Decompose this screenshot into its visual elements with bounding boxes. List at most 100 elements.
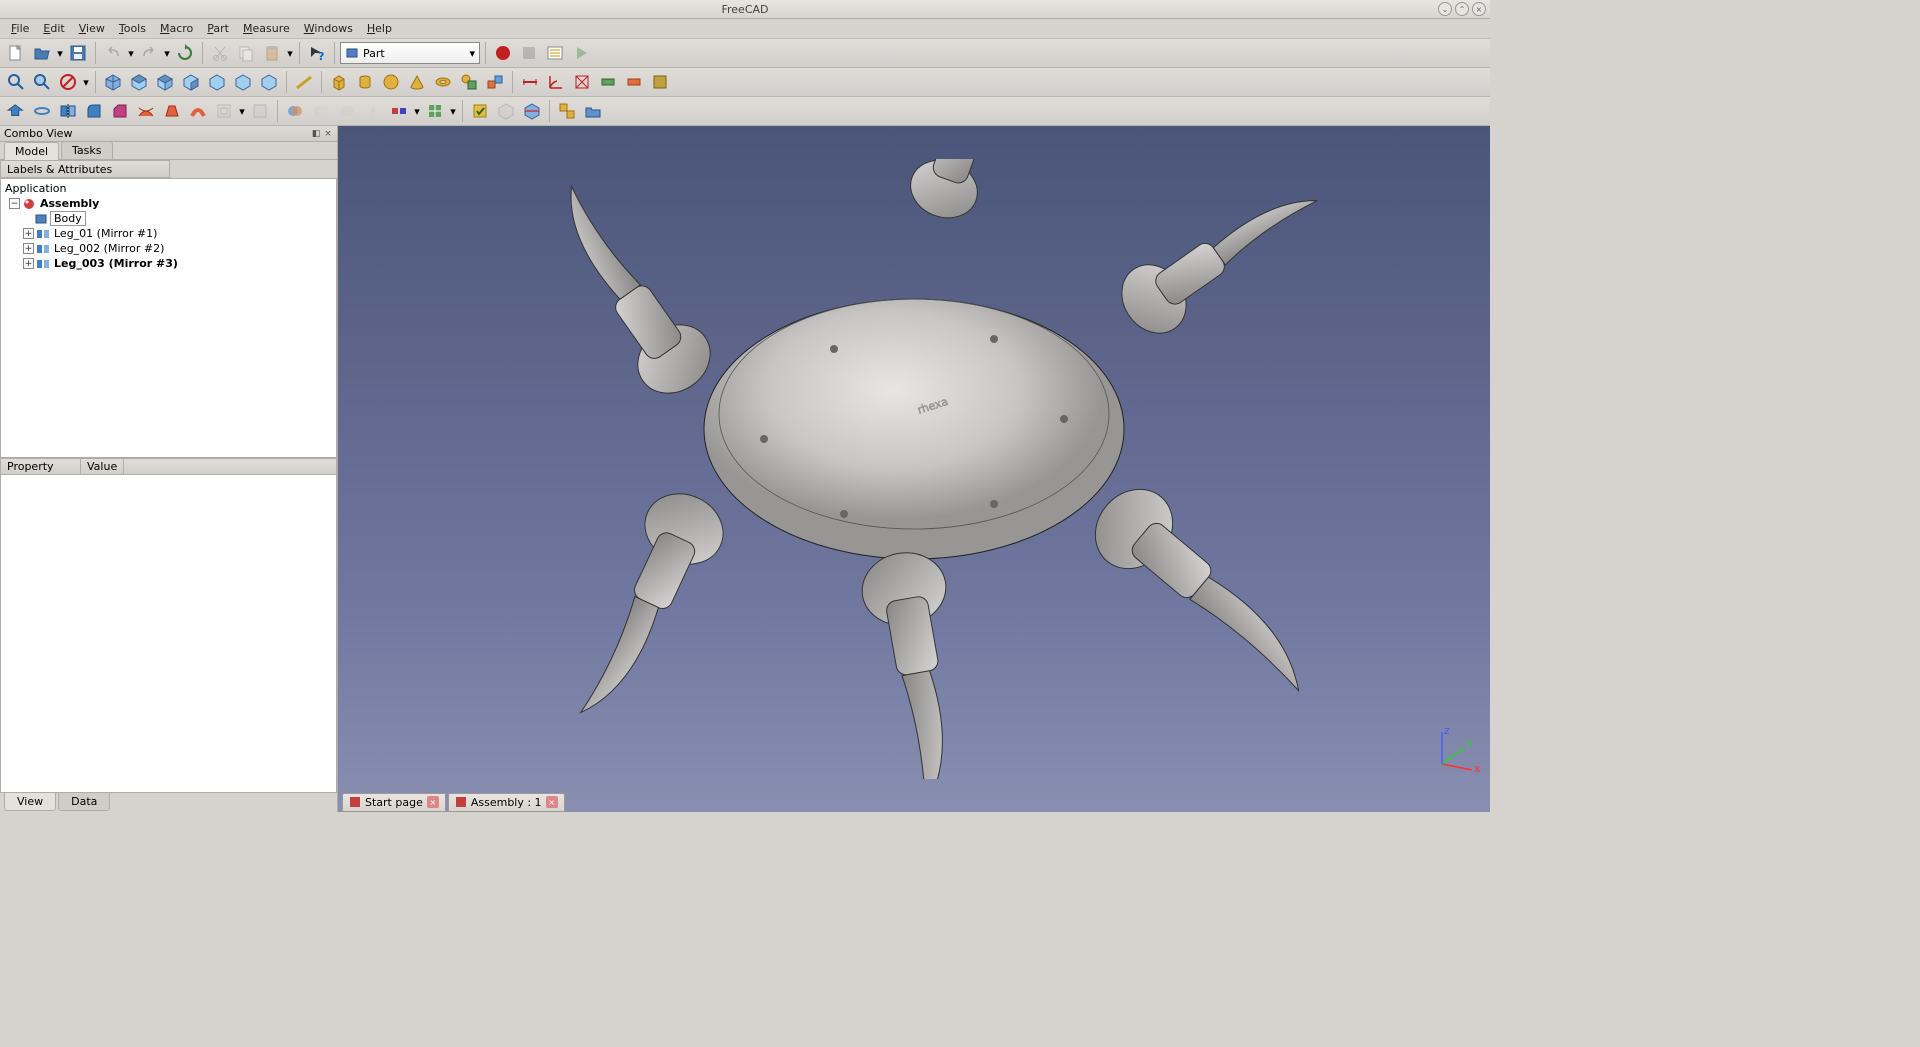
open-recent-dropdown[interactable]: ▾: [56, 47, 64, 60]
measure-angular-button[interactable]: [544, 70, 568, 94]
check-geometry-button[interactable]: [468, 99, 492, 123]
loft-button[interactable]: [160, 99, 184, 123]
view-bottom-button[interactable]: [231, 70, 255, 94]
document-icon: [22, 197, 36, 211]
titlebar: FreeCAD ⌄ ⌃ ×: [0, 0, 1490, 19]
close-tab-button[interactable]: ×: [546, 796, 558, 808]
offset-dropdown: ▾: [238, 105, 246, 118]
revolve-button[interactable]: [30, 99, 54, 123]
measure-distance-button[interactable]: [292, 70, 316, 94]
workbench-selector[interactable]: Part ▾: [340, 42, 480, 64]
part-box-button[interactable]: [327, 70, 351, 94]
macro-record-button[interactable]: [491, 41, 515, 65]
menu-view[interactable]: View: [72, 20, 112, 37]
view-left-button[interactable]: [257, 70, 281, 94]
menu-windows[interactable]: Windows: [297, 20, 360, 37]
expand-icon[interactable]: +: [23, 258, 34, 269]
leg-3-label: Leg_003 (Mirror #3): [52, 257, 180, 270]
refresh-button[interactable]: [173, 41, 197, 65]
chamfer-button[interactable]: [108, 99, 132, 123]
split-button[interactable]: [423, 99, 447, 123]
maximize-button[interactable]: ⌃: [1455, 2, 1469, 16]
ruled-surface-button[interactable]: [134, 99, 158, 123]
view-iso-button[interactable]: [101, 70, 125, 94]
part-primitives-button[interactable]: [457, 70, 481, 94]
join-dropdown[interactable]: ▾: [413, 105, 421, 118]
close-button[interactable]: ×: [1472, 2, 1486, 16]
mirror-button[interactable]: [56, 99, 80, 123]
menu-tools[interactable]: Tools: [112, 20, 153, 37]
part-sphere-button[interactable]: [379, 70, 403, 94]
menu-measure[interactable]: Measure: [236, 20, 297, 37]
split-dropdown[interactable]: ▾: [449, 105, 457, 118]
part-cylinder-button[interactable]: [353, 70, 377, 94]
open-file-button[interactable]: [30, 41, 54, 65]
undo-button[interactable]: [101, 41, 125, 65]
view-top-button[interactable]: [153, 70, 177, 94]
close-tab-button[interactable]: ×: [427, 796, 439, 808]
menu-file[interactable]: File: [4, 20, 36, 37]
doc-tab-assembly-label: Assembly : 1: [471, 796, 542, 809]
tab-tasks[interactable]: Tasks: [61, 141, 112, 159]
compound-button[interactable]: [555, 99, 579, 123]
measure-toggle-button[interactable]: [596, 70, 620, 94]
paste-dropdown[interactable]: ▾: [286, 47, 294, 60]
tree-root[interactable]: Application: [1, 181, 336, 196]
fillet-button[interactable]: [82, 99, 106, 123]
expand-icon[interactable]: +: [23, 243, 34, 254]
property-col[interactable]: Property: [1, 459, 81, 474]
save-button[interactable]: [66, 41, 90, 65]
menu-edit[interactable]: Edit: [36, 20, 71, 37]
expand-icon[interactable]: +: [23, 228, 34, 239]
extrude-button[interactable]: [4, 99, 28, 123]
model-tree[interactable]: Application − Assembly Body + Leg_01 (Mi…: [0, 178, 337, 458]
tab-data[interactable]: Data: [58, 793, 110, 811]
minimize-button[interactable]: ⌄: [1438, 2, 1452, 16]
labels-attributes-header[interactable]: Labels & Attributes: [0, 160, 170, 178]
cross-sections-button[interactable]: [520, 99, 544, 123]
menu-part[interactable]: Part: [200, 20, 236, 37]
property-body[interactable]: [0, 475, 337, 793]
draw-style-button[interactable]: [56, 70, 80, 94]
3d-viewport[interactable]: rhexa: [338, 126, 1490, 812]
tree-leg-2[interactable]: + Leg_002 (Mirror #2): [1, 241, 336, 256]
measure-linear-button[interactable]: [518, 70, 542, 94]
union-button: [335, 99, 359, 123]
zoom-selection-button[interactable]: [30, 70, 54, 94]
whats-this-button[interactable]: ?: [305, 41, 329, 65]
tree-assembly[interactable]: − Assembly: [1, 196, 336, 211]
part-torus-button[interactable]: [431, 70, 455, 94]
measure-clear-button[interactable]: [570, 70, 594, 94]
value-col[interactable]: Value: [81, 459, 124, 474]
menu-macro[interactable]: Macro: [153, 20, 200, 37]
join-button[interactable]: [387, 99, 411, 123]
part-builder-button[interactable]: [483, 70, 507, 94]
tree-leg-1[interactable]: + Leg_01 (Mirror #1): [1, 226, 336, 241]
redo-button[interactable]: [137, 41, 161, 65]
menubar: File Edit View Tools Macro Part Measure …: [0, 19, 1490, 39]
sweep-button[interactable]: [186, 99, 210, 123]
view-right-button[interactable]: [179, 70, 203, 94]
part-cone-button[interactable]: [405, 70, 429, 94]
measure-toggle-delta-button[interactable]: [648, 70, 672, 94]
tab-model[interactable]: Model: [4, 142, 59, 160]
tree-leg-3[interactable]: + Leg_003 (Mirror #3): [1, 256, 336, 271]
view-rear-button[interactable]: [205, 70, 229, 94]
view-front-button[interactable]: [127, 70, 151, 94]
draw-style-dropdown[interactable]: ▾: [82, 76, 90, 89]
measure-toggle3d-button[interactable]: [622, 70, 646, 94]
body-label-editing[interactable]: Body: [50, 211, 86, 226]
zoom-fit-button[interactable]: [4, 70, 28, 94]
menu-help[interactable]: Help: [360, 20, 399, 37]
macro-list-button[interactable]: [543, 41, 567, 65]
doc-tab-assembly[interactable]: Assembly : 1 ×: [448, 793, 565, 812]
doc-tab-start[interactable]: Start page ×: [342, 793, 446, 812]
close-panel-button[interactable]: ×: [323, 129, 333, 139]
import-button[interactable]: [581, 99, 605, 123]
tab-view[interactable]: View: [4, 793, 56, 811]
tree-body[interactable]: Body: [1, 211, 336, 226]
boolean-button[interactable]: [283, 99, 307, 123]
new-file-button[interactable]: [4, 41, 28, 65]
undock-button[interactable]: ◧: [311, 129, 321, 139]
collapse-icon[interactable]: −: [9, 198, 20, 209]
